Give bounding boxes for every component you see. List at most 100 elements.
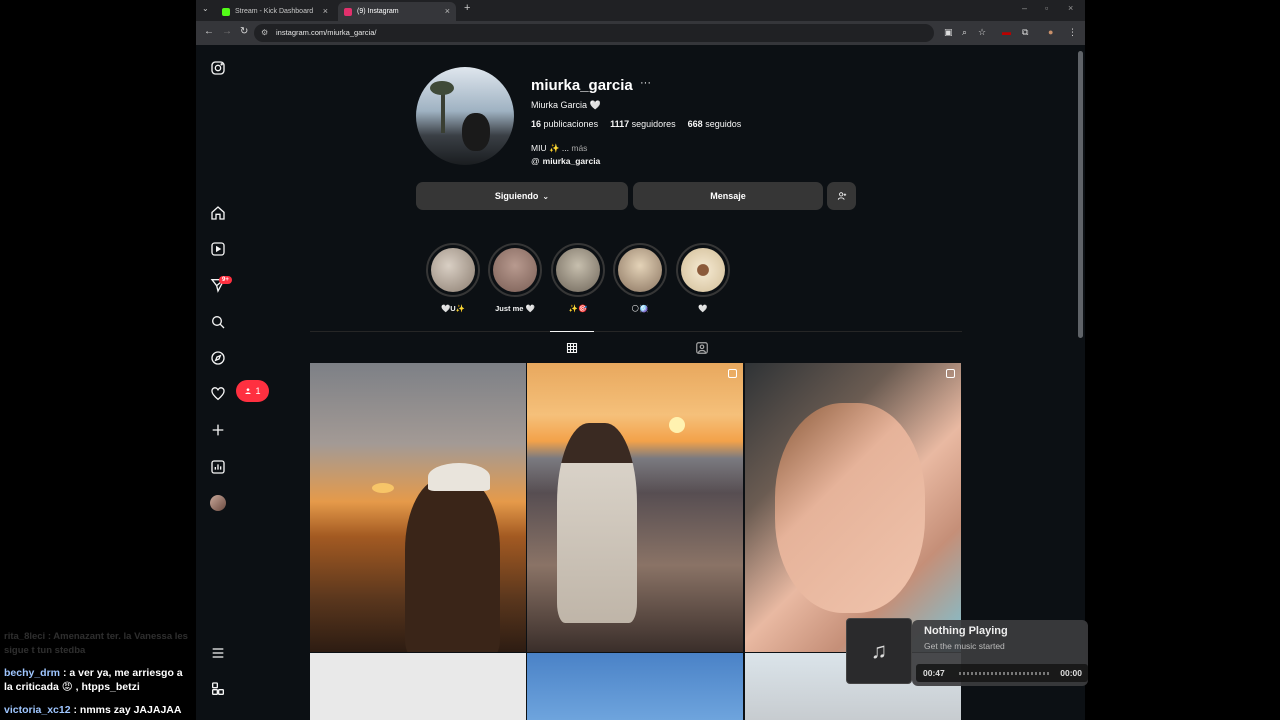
profile-full-name: Miurka Garcia 🤍 xyxy=(531,100,601,110)
profile-tabs xyxy=(310,331,962,363)
add-person-icon xyxy=(837,192,846,200)
browser-window: ⌄ Stream - Kick Dashboard × (9) Instagra… xyxy=(196,0,1085,720)
threads-icon[interactable] xyxy=(209,680,227,698)
instagram-logo-icon[interactable] xyxy=(209,59,227,77)
close-tab-icon[interactable]: × xyxy=(323,6,328,16)
tab-strip: ⌄ Stream - Kick Dashboard × (9) Instagra… xyxy=(196,0,1085,21)
profile-username: miurka_garcia xyxy=(531,77,633,94)
notification-pill[interactable]: 1 xyxy=(236,380,269,402)
highlight-label: 🤍U✨ xyxy=(440,304,466,313)
tab-kick-dashboard[interactable]: Stream - Kick Dashboard × xyxy=(216,2,334,21)
story-highlight[interactable]: Just me 🤍 xyxy=(488,243,542,313)
cast-icon[interactable]: ▣ xyxy=(944,27,953,38)
profile-bio: MIU ✨ ... más xyxy=(531,143,588,153)
tab-search-icon[interactable]: ⌄ xyxy=(202,4,209,13)
highlight-label: 🤍 xyxy=(698,304,708,313)
profile-stats: 16 publicaciones 1117 seguidores 668 seg… xyxy=(531,119,741,129)
music-note-icon: ♫ xyxy=(870,638,888,663)
playback-bar: 00:47 00:00 xyxy=(916,664,1088,682)
scrollbar-thumb[interactable] xyxy=(1078,51,1083,338)
highlight-label: ✨🎯 xyxy=(568,304,588,313)
now-playing-widget: ♫ Nothing Playing Get the music started … xyxy=(846,618,1088,688)
highlight-label: Just me 🤍 xyxy=(495,304,535,313)
browser-menu-icon[interactable]: ⋮ xyxy=(1068,27,1077,38)
current-time: 00:47 xyxy=(923,668,945,678)
screen: ⌄ Stream - Kick Dashboard × (9) Instagra… xyxy=(0,0,1280,720)
chevron-down-icon: ⌄ xyxy=(542,191,550,201)
notifications-heart-icon[interactable] xyxy=(209,385,227,403)
threads-link[interactable]: @ miurka_garcia xyxy=(531,156,600,166)
chat-username: bechy_drm xyxy=(4,667,61,679)
highlight-label: 🌕🪩 xyxy=(631,304,649,313)
extension-icon[interactable]: ▬ xyxy=(1002,27,1011,37)
kick-favicon-icon xyxy=(222,7,230,16)
forward-icon[interactable]: → xyxy=(222,26,232,37)
tagged-icon xyxy=(696,342,708,354)
reload-icon[interactable]: ↻ xyxy=(240,26,248,37)
threads-logo-icon: @ xyxy=(531,156,540,166)
home-icon[interactable] xyxy=(209,204,227,222)
now-playing-subtitle: Get the music started xyxy=(924,641,1005,651)
person-icon xyxy=(245,388,252,394)
url-text: instagram.com/miurka_garcia/ xyxy=(276,28,377,37)
tab-title: Stream - Kick Dashboard xyxy=(235,8,314,15)
chat-message-faded: rita_8leci : Amenazant ter. la Vanessa l… xyxy=(4,631,188,656)
story-highlight[interactable]: 🤍U✨ xyxy=(426,243,480,313)
more-options-icon[interactable]: ··· xyxy=(640,77,651,89)
chat-username: victoria_xc12 xyxy=(4,704,71,716)
site-info-icon[interactable]: ⚙ xyxy=(261,28,268,37)
story-highlight[interactable]: ✨🎯 xyxy=(551,243,605,313)
post-thumbnail[interactable] xyxy=(310,363,526,652)
multiple-photos-icon xyxy=(946,369,955,378)
end-time: 00:00 xyxy=(1060,668,1082,678)
tab-title: (9) Instagram xyxy=(357,8,399,15)
explore-icon[interactable] xyxy=(209,349,227,367)
create-icon[interactable] xyxy=(209,421,227,439)
dashboard-icon[interactable] xyxy=(209,458,227,476)
menu-icon[interactable] xyxy=(209,644,227,662)
notification-count: 1 xyxy=(255,386,261,396)
profile-avatar[interactable] xyxy=(209,494,227,512)
post-thumbnail[interactable] xyxy=(310,653,526,720)
album-art: ♫ xyxy=(846,618,912,684)
bookmark-star-icon[interactable]: ☆ xyxy=(978,27,986,38)
maximize-icon[interactable]: ▫ xyxy=(1045,3,1048,13)
messages-badge: 9+ xyxy=(219,276,232,284)
now-playing-title: Nothing Playing xyxy=(924,625,1008,637)
instagram-favicon-icon xyxy=(344,7,352,16)
profile-avatar-icon[interactable]: ● xyxy=(1048,27,1053,37)
progress-track[interactable] xyxy=(959,672,1049,675)
bio-more-link[interactable]: más xyxy=(571,143,587,153)
search-icon[interactable] xyxy=(209,313,227,331)
new-tab-icon[interactable]: + xyxy=(464,2,470,14)
close-window-icon[interactable]: × xyxy=(1068,3,1073,13)
following-button[interactable]: Siguiendo ⌄ xyxy=(416,182,628,210)
chat-message: bechy_drm : a ver ya, me arriesgo a la c… xyxy=(4,667,183,693)
stream-chat-overlay: rita_8leci : Amenazant ter. la Vanessa l… xyxy=(0,628,196,720)
following-stat[interactable]: 668 seguidos xyxy=(688,119,742,129)
post-thumbnail[interactable] xyxy=(745,363,961,652)
reels-icon[interactable] xyxy=(209,240,227,258)
tab-instagram[interactable]: (9) Instagram × xyxy=(338,2,456,21)
story-highlight[interactable]: 🌕🪩 xyxy=(613,243,667,313)
followers-stat[interactable]: 1117 seguidores xyxy=(610,119,676,129)
profile-picture[interactable] xyxy=(416,67,514,165)
message-button[interactable]: Mensaje xyxy=(633,182,823,210)
sidebar: 9+ 1 xyxy=(196,45,269,720)
back-icon[interactable]: ← xyxy=(204,26,214,37)
zoom-icon[interactable]: ⌕ xyxy=(962,27,967,38)
close-tab-icon[interactable]: × xyxy=(445,6,450,16)
address-bar[interactable]: ⚙ instagram.com/miurka_garcia/ xyxy=(254,24,934,42)
extensions-puzzle-icon[interactable]: ⧉ xyxy=(1022,27,1028,38)
post-thumbnail[interactable] xyxy=(527,653,743,720)
minimize-icon[interactable]: – xyxy=(1022,3,1027,13)
posts-stat: 16 publicaciones xyxy=(531,119,599,129)
story-highlight[interactable]: 🤍 xyxy=(676,243,730,313)
suggested-users-button[interactable] xyxy=(827,182,856,210)
toolbar: ← → ↻ ⚙ instagram.com/miurka_garcia/ ▣ ⌕… xyxy=(196,21,1085,45)
tab-posts[interactable] xyxy=(550,331,594,363)
tab-tagged[interactable] xyxy=(680,332,724,364)
multiple-photos-icon xyxy=(728,369,737,378)
post-thumbnail[interactable] xyxy=(527,363,743,652)
grid-icon xyxy=(566,342,578,353)
